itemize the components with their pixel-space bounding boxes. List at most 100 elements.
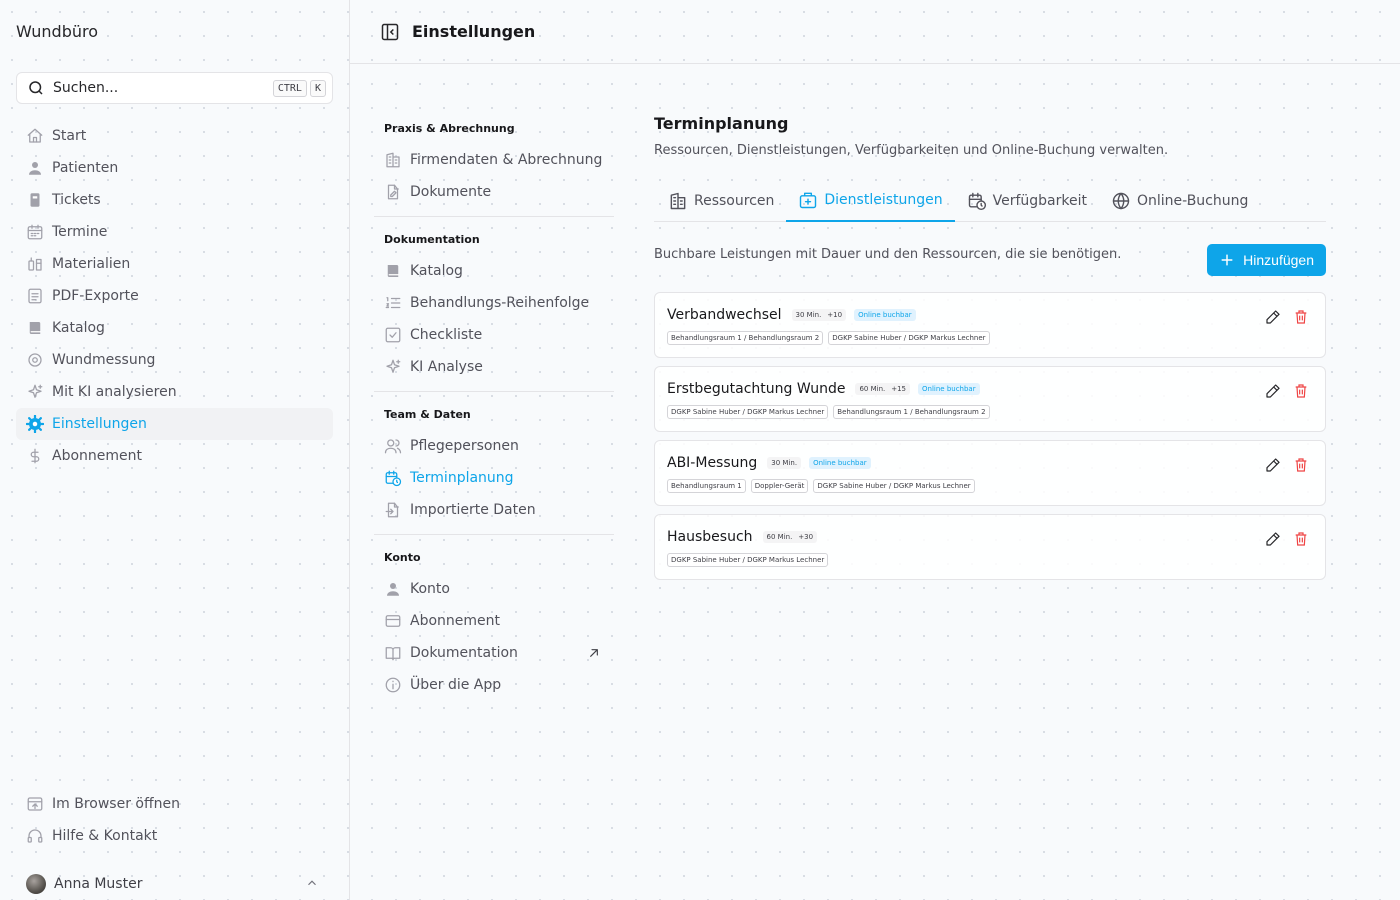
home-icon [27,128,43,143]
sidebar-item-label: Wundmessung [52,352,156,368]
resource-tag: DGKP Sabine Huber / DGKP Markus Lechner [813,479,975,493]
user-icon [387,583,399,596]
edit-icon[interactable] [1265,531,1281,547]
sparkles-icon [386,359,401,373]
external-link-icon [590,649,598,657]
duration-badge: 30 Min. +10 [791,309,847,321]
dollar-icon [30,448,40,464]
tab-dienstleistungen[interactable]: Dienstleistungen [786,180,955,222]
book-icon [387,265,399,277]
delete-icon[interactable] [1293,457,1309,473]
subnav-item-firmendaten-abrechnung[interactable]: Firmendaten & Abrechnung [374,144,614,176]
subnav-item-dokumentation[interactable]: Dokumentation [374,637,614,669]
sidebar-item-patienten[interactable]: Patienten [16,152,333,184]
sidebar-item-hilfe-kontakt[interactable]: Hilfe & Kontakt [16,820,333,852]
sidebar-item-label: Materialien [52,256,131,272]
sidebar-item-wundmessung[interactable]: Wundmessung [16,344,333,376]
avatar [26,874,46,894]
duration-value: 60 Min. [859,385,886,393]
sidebar-item-termine[interactable]: Termine [16,216,333,248]
file-import-icon [385,502,399,518]
sidebar-toggle-icon[interactable] [380,22,400,42]
tab-verfügbarkeit[interactable]: Verfügbarkeit [955,180,1099,222]
sidebar-item-label: Einstellungen [52,416,147,432]
subnav-group: Team & Daten Pflegepersonen Terminplanung I… [374,406,614,535]
resource-tag: DGKP Sabine Huber / DGKP Markus Lechner [667,405,829,419]
edit-icon[interactable] [1265,309,1281,325]
edit-icon[interactable] [1265,457,1281,473]
section-title: Terminplanung [654,114,789,133]
user-name: Anna Muster [54,876,143,892]
subnav-item-terminplanung[interactable]: Terminplanung [374,462,614,494]
subnav-item-checkliste[interactable]: Checkliste [374,319,614,351]
subnav-item-ki-analyse[interactable]: KI Analyse [374,351,614,383]
user-menu[interactable]: Anna Muster [16,868,333,900]
subnav-group-title: Konto [384,551,421,564]
sidebar-item-materialien[interactable]: Materialien [16,248,333,280]
tab-online-buchung[interactable]: Online-Buchung [1099,180,1260,222]
pdf-icon [28,288,42,304]
page-header: Einstellungen [350,0,1400,64]
sparkles-icon [28,384,43,398]
globe-icon [1112,192,1130,210]
sidebar-item-einstellungen[interactable]: Einstellungen [16,408,333,440]
delete-icon[interactable] [1293,309,1309,325]
tab-label: Online-Buchung [1136,193,1249,209]
building-icon [670,192,686,210]
sidebar-item-label: Hilfe & Kontakt [52,828,158,844]
subnav-item-dokumente[interactable]: Dokumente [374,176,614,208]
tab-bar: Ressourcen Dienstleistungen Verfügbarkeit O… [654,180,1326,222]
sidebar-item-label: Abonnement [52,448,143,464]
buffer-value: +30 [798,533,814,541]
online-badge: Online buchbar [918,383,980,395]
subnav-item-label: Firmendaten & Abrechnung [410,152,603,168]
subnav-item-label: Terminplanung [410,470,514,486]
gear-icon [26,415,44,433]
users-icon [384,439,402,454]
sidebar-item-tickets[interactable]: Tickets [16,184,333,216]
sidebar-item-im-browser-öffnen[interactable]: Im Browser öffnen [16,788,333,820]
sidebar-item-label: Start [52,128,87,144]
subnav-item-behandlungs-reihenfolge[interactable]: Behandlungs-Reihenfolge [374,287,614,319]
subnav-group-title: Praxis & Abrechnung [384,122,515,135]
delete-icon[interactable] [1293,531,1309,547]
subnav-item-konto[interactable]: Konto [374,573,614,605]
sidebar-item-abonnement[interactable]: Abonnement [16,440,333,472]
sidebar-item-label: Termine [52,224,108,240]
user-icon [29,162,41,175]
sidebar-item-pdf-exporte[interactable]: PDF-Exporte [16,280,333,312]
chevron-up-icon [308,880,316,886]
materials-icon [28,257,42,271]
sidebar-item-label: Tickets [52,192,101,208]
sidebar-item-label: Im Browser öffnen [52,796,180,812]
sidebar-item-label: Patienten [52,160,119,176]
delete-icon[interactable] [1293,383,1309,399]
subnav-item-über-die-app[interactable]: Über die App [374,669,614,701]
book-icon [29,322,41,334]
sidebar-item-katalog[interactable]: Katalog [16,312,333,344]
search-input[interactable]: Suchen... CTRL K [16,72,333,104]
edit-icon[interactable] [1265,383,1281,399]
resource-tag: Behandlungsraum 1 / Behandlungsraum 2 [667,331,824,345]
credit-card-icon [385,615,401,627]
checkbox-icon [385,327,401,343]
subnav-group: Dokumentation Katalog Behandlungs-Reihenfo… [374,231,614,392]
tab-label: Dienstleistungen [824,192,943,208]
ordered-list-icon [385,297,401,309]
sidebar-item-mit-ki-analysieren[interactable]: Mit KI analysieren [16,376,333,408]
duration-value: 30 Min. [771,459,798,467]
measure-icon [28,353,42,367]
sidebar-item-start[interactable]: Start [16,120,333,152]
subnav-item-importierte-daten[interactable]: Importierte Daten [374,494,614,526]
subnav-item-label: Konto [410,581,450,597]
subnav-item-pflegepersonen[interactable]: Pflegepersonen [374,430,614,462]
tab-ressourcen[interactable]: Ressourcen [654,180,786,222]
resource-tag: DGKP Sabine Huber / DGKP Markus Lechner [828,331,990,345]
services-toolbar: Buchbare Leistungen mit Dauer und den Re… [654,244,1326,278]
subnav-item-katalog[interactable]: Katalog [374,255,614,287]
subnav-group: Praxis & Abrechnung Firmendaten & Abrechn… [374,120,614,217]
add-service-label: Hinzufügen [1243,252,1314,268]
add-service-button[interactable]: Hinzufügen [1207,244,1326,276]
duration-badge: 60 Min. +30 [762,531,818,543]
subnav-item-abonnement[interactable]: Abonnement [374,605,614,637]
